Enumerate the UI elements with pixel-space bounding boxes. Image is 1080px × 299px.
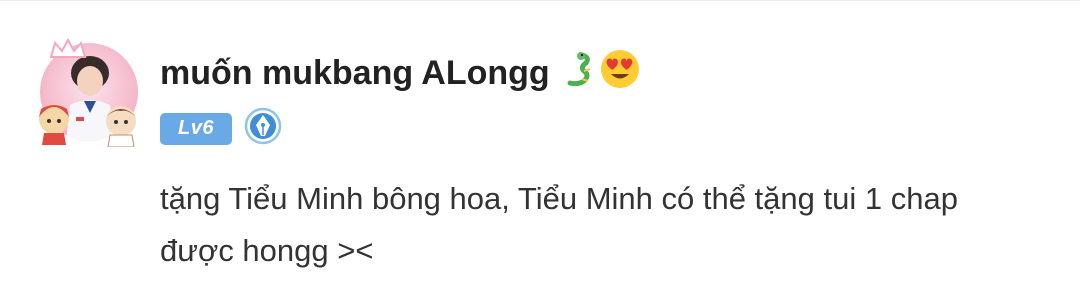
pen-nib-icon [244,107,282,150]
username-text: muốn mukbang ALongg [160,54,550,92]
crown-frame-icon [49,37,87,58]
user-badges: Lv6 [160,107,282,150]
chibi-sticker-right-icon [106,106,136,147]
dragon-icon [562,51,594,96]
comment-item: muốn mukbang ALongg Lv6 tặng Tiểu Minh b… [0,0,1080,299]
heart-eyes-emoji-icon [600,49,640,98]
chibi-sticker-left-icon [39,104,69,145]
level-badge: Lv6 [160,112,232,145]
comment-text: tặng Tiểu Minh bông hoa, Tiểu Minh có th… [160,181,958,268]
avatar[interactable] [34,37,144,147]
username[interactable]: muốn mukbang ALongg [160,49,640,98]
